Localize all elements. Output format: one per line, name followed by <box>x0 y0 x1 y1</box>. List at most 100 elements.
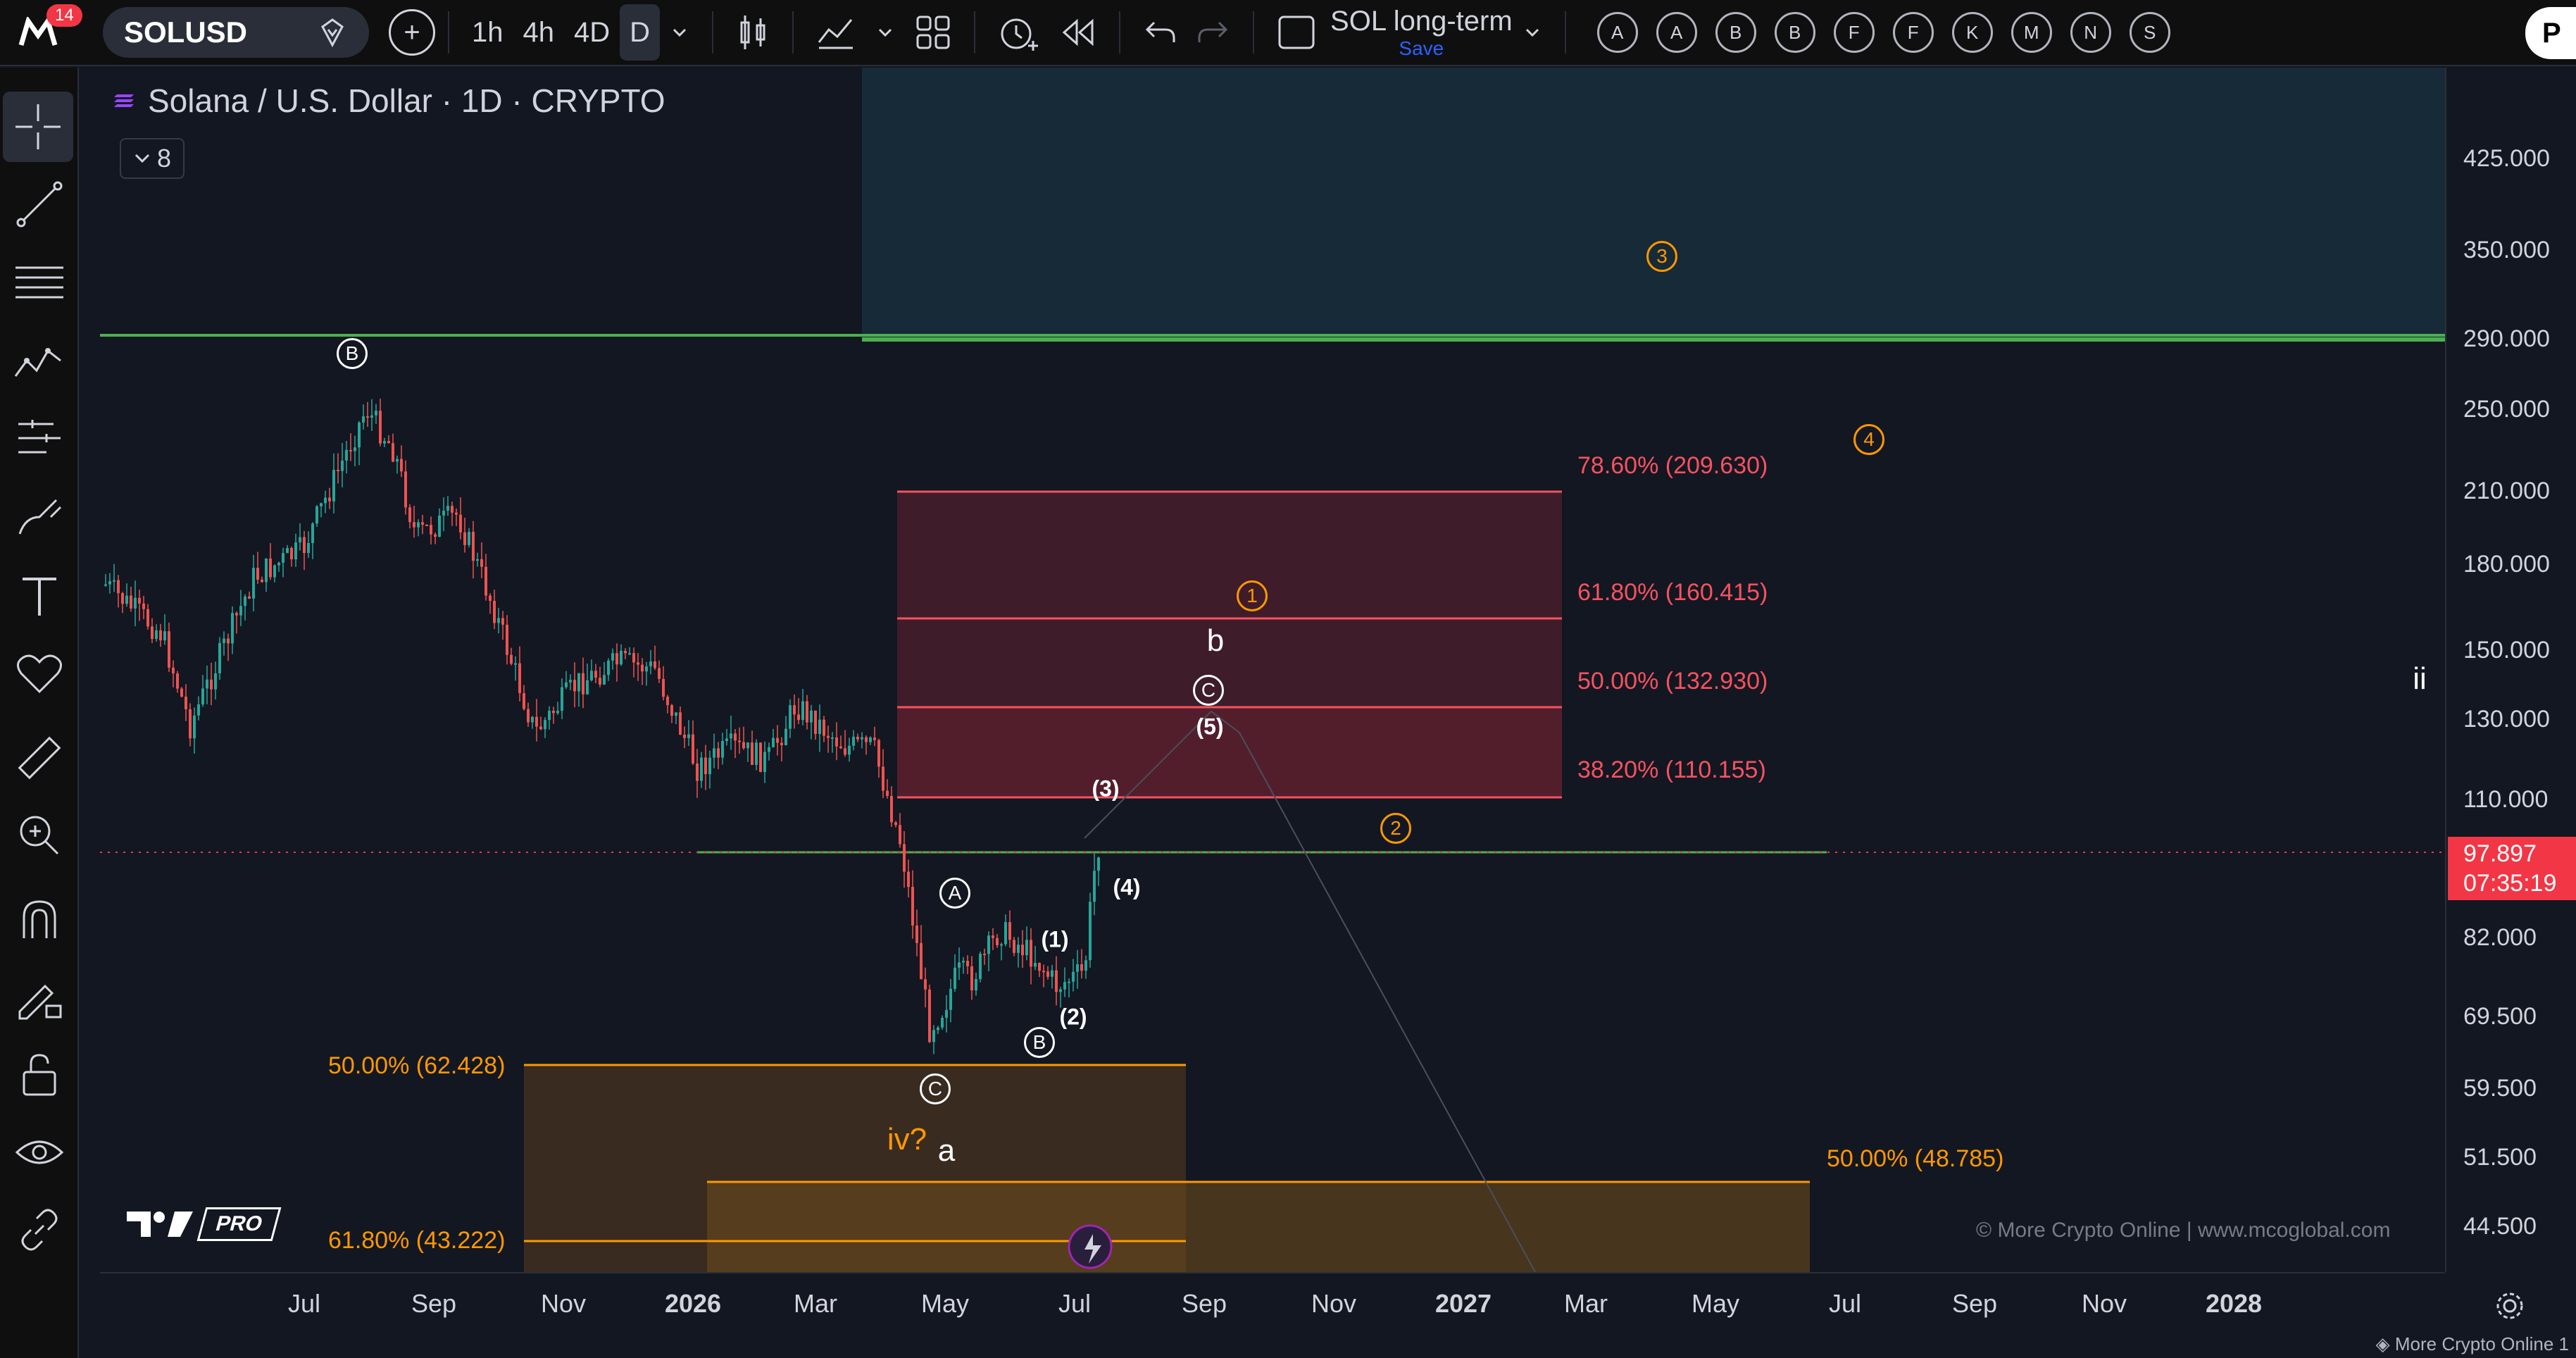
compare-diamond-icon[interactable] <box>317 17 348 48</box>
replay-button[interactable] <box>1050 4 1106 61</box>
text-icon <box>23 578 56 616</box>
icon-tool[interactable] <box>0 638 79 709</box>
trend-line-tool[interactable] <box>0 169 79 239</box>
quick-symbol-button[interactable]: B <box>1774 12 1815 53</box>
candle-body <box>506 624 508 655</box>
candle-body <box>248 596 251 599</box>
candle-body <box>1076 964 1079 972</box>
wave-paren-1: (1) <box>1041 926 1069 952</box>
layout-menu[interactable]: SOL long-term Save <box>1330 6 1513 60</box>
publish-button[interactable]: P <box>2525 7 2576 59</box>
add-symbol-button[interactable]: + <box>389 9 435 56</box>
zoom-tool[interactable] <box>0 800 79 871</box>
candle-type-button[interactable] <box>726 4 780 61</box>
magnet-tool[interactable] <box>0 885 79 955</box>
candle-body <box>104 584 107 586</box>
app-logo[interactable]: 14 <box>4 4 82 61</box>
settings-button[interactable] <box>2493 1289 2527 1326</box>
chart-pane[interactable] <box>100 68 2445 1272</box>
candle-body <box>489 595 492 602</box>
alert-button[interactable] <box>988 4 1050 61</box>
candle-body <box>924 979 927 990</box>
timeframe-4h[interactable]: 4h <box>513 4 565 61</box>
text-tool[interactable] <box>0 561 79 631</box>
candle-body <box>176 673 179 689</box>
wave-orange-2: 2 <box>1380 813 1411 844</box>
chart-watermark: © More Crypto Online | www.mcoglobal.com <box>1976 1219 2391 1242</box>
candle-body <box>315 506 318 524</box>
candle-body <box>311 523 314 543</box>
time-tick: Jul <box>287 1289 321 1318</box>
quick-symbol-button[interactable]: A <box>1656 12 1697 53</box>
quick-symbol-button[interactable]: A <box>1596 12 1638 53</box>
forecasting-tool[interactable] <box>0 403 79 473</box>
measure-tool[interactable] <box>0 723 79 793</box>
fib-tool[interactable] <box>0 248 79 318</box>
footer-text: More Crypto Online 1 <box>2394 1333 2569 1354</box>
timeframe-dropdown[interactable] <box>660 4 699 61</box>
layout-save-link[interactable]: Save <box>1399 37 1444 60</box>
candle-body <box>734 733 737 741</box>
candle-body <box>180 688 183 697</box>
timeframe-d[interactable]: D <box>620 4 661 61</box>
candle-body <box>282 553 285 563</box>
time-axis[interactable]: Jul Sep Nov 2026 Mar May Jul Sep Nov 2027 Mar May Ju… <box>100 1272 2445 1333</box>
candle-body <box>223 638 225 643</box>
candle-body <box>759 742 762 772</box>
candle-body <box>708 757 711 775</box>
layouts-button[interactable] <box>905 4 961 61</box>
candle-body <box>1093 871 1096 902</box>
patterns-tool[interactable] <box>0 325 79 396</box>
timeframe-1h[interactable]: 1h <box>462 4 513 61</box>
lock-tool[interactable] <box>0 1040 79 1110</box>
brush-tool[interactable] <box>0 482 79 552</box>
price-tick: 290.000 <box>2463 325 2550 352</box>
layout-dropdown[interactable] <box>1513 4 1552 61</box>
price-tick: 210.000 <box>2463 478 2550 504</box>
chart-canvas[interactable] <box>100 68 2445 1272</box>
legend-title: Solana / U.S. Dollar · 1D · CRYPTO <box>148 82 665 119</box>
candle-body <box>746 742 749 749</box>
quick-symbol-button[interactable]: K <box>1951 12 1993 53</box>
quick-symbol-button[interactable]: S <box>2129 12 2170 53</box>
candle-body <box>818 719 821 734</box>
candle-body <box>662 678 665 697</box>
symbol-search[interactable]: SOLUSD <box>103 7 369 58</box>
quick-symbol-button[interactable]: F <box>1892 12 1934 53</box>
candle-body <box>396 459 399 462</box>
crosshair-tool[interactable] <box>3 92 73 162</box>
indicators-button[interactable] <box>806 4 865 61</box>
redo-button[interactable] <box>1187 4 1240 61</box>
hide-drawings-tool[interactable] <box>0 1117 79 1188</box>
candle-body <box>362 416 365 423</box>
wave-paren-3: (3) <box>1092 775 1120 802</box>
candle-body <box>358 422 361 448</box>
fib-lines-icon <box>15 266 63 299</box>
zoom-in-icon <box>20 816 59 855</box>
divider <box>1119 11 1121 54</box>
candle-body <box>611 653 614 661</box>
link-tool[interactable] <box>0 1195 79 1265</box>
quick-symbol-button[interactable]: B <box>1715 12 1756 53</box>
candle-body <box>303 537 306 554</box>
candle-body <box>497 618 500 623</box>
lock-drawings-tool[interactable] <box>0 962 79 1033</box>
undo-button[interactable] <box>1133 4 1187 61</box>
candle-body <box>1030 940 1032 967</box>
candle-body <box>151 626 154 640</box>
candle-body <box>1084 960 1087 971</box>
time-tick: 2028 <box>2205 1289 2263 1318</box>
quick-symbol-button[interactable]: M <box>2011 12 2052 53</box>
indicators-collapse-button[interactable]: 8 <box>120 138 185 179</box>
candle-body <box>468 532 470 545</box>
candle-body <box>518 663 521 694</box>
indicators-dropdown[interactable] <box>865 4 905 61</box>
price-axis[interactable]: 425.000 350.000 290.000 250.000 210.000 180.0… <box>2445 68 2576 1272</box>
fullscreen-button[interactable] <box>1267 4 1326 61</box>
candle-body <box>565 682 568 687</box>
candle-body <box>463 532 466 545</box>
quick-symbol-button[interactable]: F <box>1833 12 1875 53</box>
quick-symbol-button[interactable]: N <box>2070 12 2111 53</box>
timeframe-4d[interactable]: 4D <box>564 4 620 61</box>
square-icon <box>1278 15 1315 49</box>
